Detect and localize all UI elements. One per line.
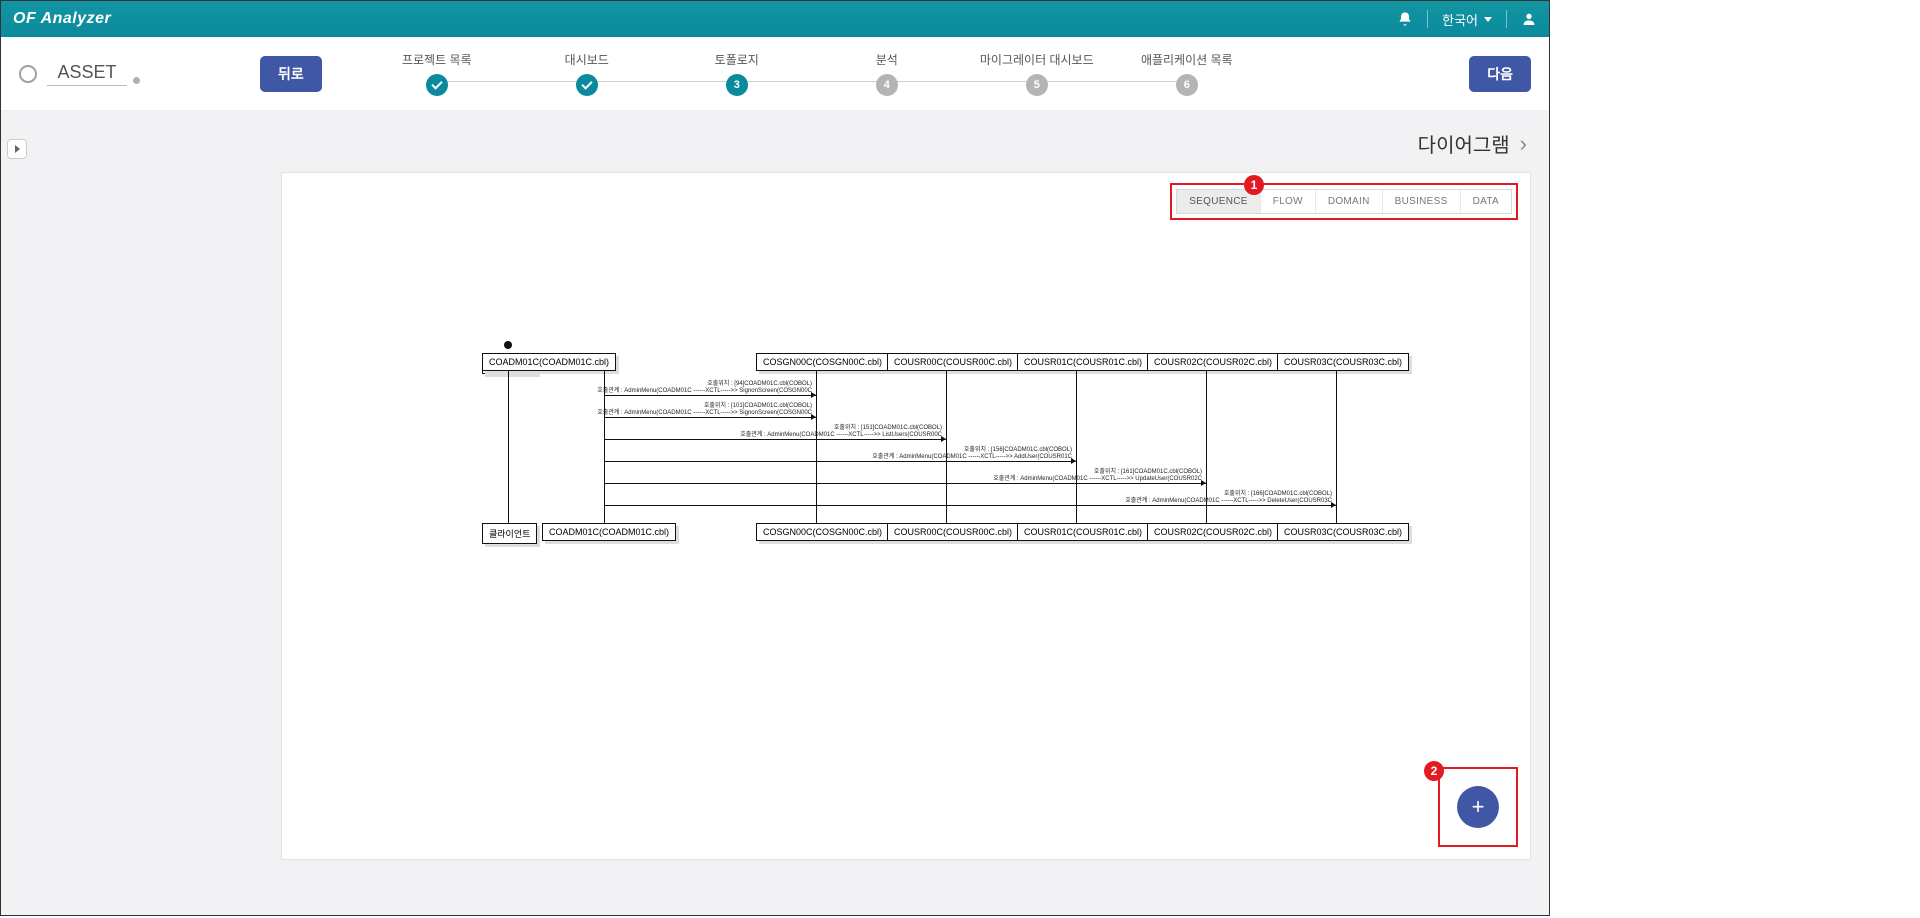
participant-client-bottom: 클라이언트 <box>482 523 537 544</box>
breadcrumb: 다이어그램 › <box>281 121 1531 172</box>
check-icon <box>581 78 592 89</box>
callout-1: 1 <box>1244 175 1264 195</box>
participant-4-bottom: COUSR02C(COUSR02C.cbl) <box>1147 523 1279 541</box>
diagram-tabs-highlight: SEQUENCE FLOW DOMAIN BUSINESS DATA <box>1170 183 1518 220</box>
participant-3-top: COUSR01C(COUSR01C.cbl) <box>1017 353 1149 371</box>
tab-flow[interactable]: FLOW <box>1261 190 1316 213</box>
participant-5-bottom: COUSR03C(COUSR03C.cbl) <box>1277 523 1409 541</box>
chevron-right-icon <box>15 145 20 153</box>
chevron-right-icon[interactable]: › <box>1520 131 1527 157</box>
sidebar-expand-button[interactable] <box>7 139 27 159</box>
sequence-diagram: 클라이언트 COADM01C(COADM01C.cbl) COSGN00C(CO… <box>482 353 1422 573</box>
participant-1-bottom: COSGN00C(COSGN00C.cbl) <box>756 523 889 541</box>
content-wrap: 다이어그램 › 1 SEQUENCE FLOW DOMAIN BUSINESS … <box>281 121 1531 905</box>
step-application-list[interactable]: 애플리케이션 목록 6 <box>1112 51 1262 96</box>
tab-business[interactable]: BUSINESS <box>1383 190 1461 213</box>
divider <box>1506 10 1507 28</box>
message-label: 호출위치 : [156]COADM01C.cbl(COBOL)호출관계 : Ad… <box>872 447 1072 461</box>
step-dashboard[interactable]: 대시보드 <box>512 51 662 96</box>
step-topology[interactable]: 토폴로지 3 <box>662 51 812 96</box>
actor-icon <box>504 341 512 349</box>
participant-4-top: COUSR02C(COUSR02C.cbl) <box>1147 353 1279 371</box>
tab-data[interactable]: DATA <box>1461 190 1511 213</box>
language-label: 한국어 <box>1442 10 1478 29</box>
message-label: 호출위치 : [101]COADM01C.cbl(COBOL)호출관계 : Ad… <box>597 403 812 417</box>
participant-3-bottom: COUSR01C(COUSR01C.cbl) <box>1017 523 1149 541</box>
user-icon[interactable] <box>1521 11 1537 27</box>
bell-icon[interactable] <box>1397 11 1413 27</box>
add-button[interactable]: + <box>1457 786 1499 828</box>
radio-hollow-icon <box>19 65 37 83</box>
body-area: 다이어그램 › 1 SEQUENCE FLOW DOMAIN BUSINESS … <box>1 111 1549 915</box>
lifeline <box>508 371 509 523</box>
divider <box>1427 10 1428 28</box>
participant-1-top: COSGN00C(COSGN00C.cbl) <box>756 353 889 371</box>
asset-dot-icon <box>133 77 140 84</box>
participant-5-top: COUSR03C(COUSR03C.cbl) <box>1277 353 1409 371</box>
wizard-steps: 프로젝트 목록 대시보드 토폴로지 3 분석 4 마이그레이터 대시보드 5 애… <box>362 51 1262 96</box>
participant-0-bottom: COADM01C(COADM01C.cbl) <box>542 523 676 541</box>
asset-label: ASSET <box>47 62 127 86</box>
chevron-down-icon <box>1484 17 1492 22</box>
fab-highlight: + <box>1438 767 1518 847</box>
plus-icon: + <box>1472 794 1485 820</box>
step-migrator-dashboard[interactable]: 마이그레이터 대시보드 5 <box>962 51 1112 96</box>
message-label: 호출위치 : [161]COADM01C.cbl(COBOL)호출관계 : Ad… <box>993 469 1202 483</box>
lifeline <box>816 371 817 523</box>
page-title: 다이어그램 <box>1418 129 1510 158</box>
brand-title: OF Analyzer <box>13 10 111 28</box>
participant-0-top: COADM01C(COADM01C.cbl) <box>482 353 616 371</box>
check-icon <box>431 78 442 89</box>
participant-2-bottom: COUSR00C(COUSR00C.cbl) <box>887 523 1019 541</box>
lifeline <box>1076 371 1077 523</box>
message-label: 호출위치 : [166]COADM01C.cbl(COBOL)호출관계 : Ad… <box>1125 491 1332 505</box>
diagram-canvas: 1 SEQUENCE FLOW DOMAIN BUSINESS DATA 클라이… <box>281 172 1531 860</box>
message-label: 호출위치 : [151]COADM01C.cbl(COBOL)호출관계 : Ad… <box>740 425 942 439</box>
top-bar: OF Analyzer 한국어 <box>1 1 1549 37</box>
language-selector[interactable]: 한국어 <box>1442 10 1492 29</box>
lifeline <box>1336 371 1337 523</box>
callout-2: 2 <box>1424 761 1444 781</box>
step-project-list[interactable]: 프로젝트 목록 <box>362 51 512 96</box>
next-button[interactable]: 다음 <box>1469 56 1531 92</box>
stepper-bar: ASSET 뒤로 프로젝트 목록 대시보드 토폴로지 3 분석 4 마이그레이터… <box>1 37 1549 111</box>
step-analysis[interactable]: 분석 4 <box>812 51 962 96</box>
message-label: 호출위치 : [94]COADM01C.cbl(COBOL)호출관계 : Adm… <box>597 381 812 395</box>
asset-indicator: ASSET <box>19 62 140 86</box>
diagram-tabs: SEQUENCE FLOW DOMAIN BUSINESS DATA <box>1176 189 1512 214</box>
participant-2-top: COUSR00C(COUSR00C.cbl) <box>887 353 1019 371</box>
tab-domain[interactable]: DOMAIN <box>1316 190 1383 213</box>
back-button[interactable]: 뒤로 <box>260 56 322 92</box>
